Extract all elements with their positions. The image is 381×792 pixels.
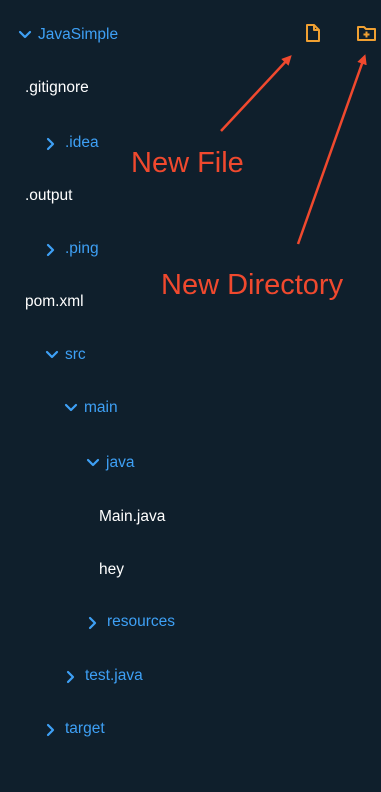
tree-item-label: JavaSimple [38, 26, 119, 43]
tree-item-output[interactable]: .output [25, 181, 72, 211]
new-directory-arrow [296, 54, 367, 245]
chevron-down-icon [18, 20, 34, 50]
tree-item-label: src [65, 346, 86, 363]
tree-item-label: .gitignore [25, 79, 89, 96]
tree-item-label: main [84, 399, 118, 416]
tree-item-hey[interactable]: hey [99, 555, 124, 585]
new-file-icon [306, 24, 320, 42]
tree-item-label: hey [99, 561, 124, 578]
tree-folder-resources[interactable]: resources [87, 607, 175, 637]
chevron-right-icon [65, 661, 81, 691]
chevron-down-icon [45, 340, 61, 370]
new-file-button[interactable] [302, 22, 324, 44]
tree-folder-src[interactable]: src [45, 340, 86, 370]
annotation-new-file: New File [131, 147, 244, 179]
tree-item-label: Main.java [99, 508, 166, 525]
chevron-right-icon [45, 128, 61, 158]
tree-root-javasimple[interactable]: JavaSimple [18, 20, 118, 50]
new-file-arrow [220, 55, 292, 132]
tree-item-label: .idea [65, 134, 99, 151]
tree-item-label: .ping [65, 240, 99, 257]
chevron-right-icon [45, 714, 61, 744]
file-explorer-panel: JavaSimple .gitignore .idea .output .pin… [0, 0, 381, 792]
tree-folder-java[interactable]: java [86, 448, 134, 478]
tree-item-label: resources [107, 613, 176, 630]
chevron-down-icon [64, 393, 80, 423]
tree-item-gitignore[interactable]: .gitignore [25, 73, 89, 103]
new-folder-icon [357, 26, 376, 41]
tree-folder-idea[interactable]: .idea [45, 128, 99, 158]
chevron-right-icon [87, 607, 103, 637]
tree-item-label: target [65, 720, 105, 737]
tree-folder-main[interactable]: main [64, 393, 118, 423]
tree-folder-target[interactable]: target [45, 714, 105, 744]
tree-item-main-java[interactable]: Main.java [99, 502, 165, 532]
chevron-right-icon [45, 234, 61, 264]
tree-item-label: .output [25, 187, 73, 204]
tree-item-label: java [106, 454, 135, 471]
annotation-arrows [220, 54, 367, 245]
annotation-new-directory: New Directory [161, 269, 344, 301]
tree-item-label: test.java [85, 667, 143, 684]
chevron-down-icon [86, 448, 102, 478]
new-folder-button[interactable] [356, 22, 378, 44]
tree-folder-ping[interactable]: .ping [45, 234, 99, 264]
tree-folder-test-java[interactable]: test.java [65, 661, 143, 691]
tree-item-label: pom.xml [25, 293, 84, 310]
tree-item-pom-xml[interactable]: pom.xml [25, 287, 84, 317]
